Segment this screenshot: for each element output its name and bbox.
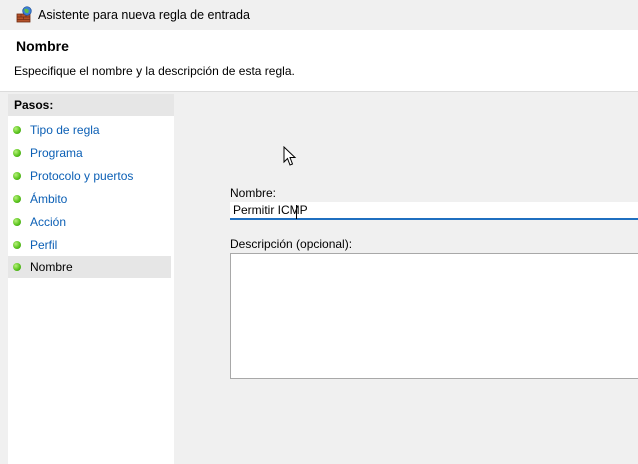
steps-header: Pasos: (8, 94, 174, 116)
step-complete-icon (13, 126, 21, 134)
steps-title: Pasos: (14, 98, 54, 112)
step-program[interactable]: Programa (8, 142, 171, 164)
description-input[interactable] (230, 253, 638, 379)
step-label: Perfil (30, 238, 58, 252)
window-title: Asistente para nueva regla de entrada (38, 8, 250, 22)
name-input[interactable] (230, 202, 638, 220)
step-complete-icon (13, 241, 21, 249)
step-rule-type[interactable]: Tipo de regla (8, 119, 171, 141)
step-label: Protocolo y puertos (30, 169, 134, 183)
step-label: Acción (30, 215, 67, 229)
step-complete-icon (13, 195, 21, 203)
step-label: Tipo de regla (30, 123, 100, 137)
wizard-content: Nombre: Descripción (opcional): (176, 94, 638, 464)
step-action[interactable]: Acción (8, 211, 171, 233)
title-bar: Asistente para nueva regla de entrada (0, 0, 638, 30)
firewall-wizard-icon (16, 6, 32, 23)
step-profile[interactable]: Perfil (8, 234, 171, 256)
steps-panel: Pasos: Tipo de regla Programa Protocolo … (8, 94, 174, 464)
name-label: Nombre: (230, 186, 277, 200)
mouse-cursor-icon (283, 146, 297, 166)
step-label: Ámbito (30, 192, 68, 206)
step-complete-icon (13, 172, 21, 180)
wizard-header: Nombre Especifique el nombre y la descri… (0, 30, 638, 91)
text-caret (296, 205, 297, 219)
description-label: Descripción (opcional): (230, 237, 353, 251)
step-current-icon (13, 263, 21, 271)
step-label: Programa (30, 146, 83, 160)
step-name[interactable]: Nombre (8, 256, 171, 278)
step-complete-icon (13, 149, 21, 157)
step-complete-icon (13, 218, 21, 226)
page-description: Especifique el nombre y la descripción d… (14, 64, 295, 78)
step-label: Nombre (30, 260, 73, 274)
page-title: Nombre (16, 38, 69, 54)
header-divider (0, 91, 638, 92)
step-protocol-ports[interactable]: Protocolo y puertos (8, 165, 171, 187)
step-scope[interactable]: Ámbito (8, 188, 171, 210)
